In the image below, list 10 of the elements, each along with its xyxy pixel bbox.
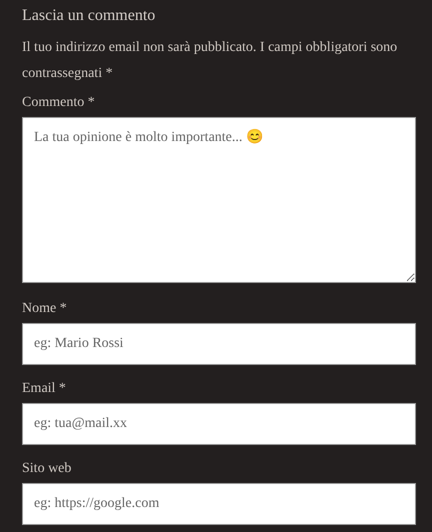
field-label: Nome *	[22, 300, 68, 318]
field-label: Sito web	[22, 460, 72, 478]
field-label: Email *	[22, 380, 67, 398]
input-field[interactable]: eg: https://google.com	[22, 483, 416, 525]
notice-text: Il tuo indirizzo email non sarà pubblicato. I campi obbligatori sono contrassegnati *	[22, 39, 398, 83]
section-title: Lascia un commento	[22, 6, 156, 26]
field-label: Commento *	[22, 94, 96, 112]
input-field[interactable]: eg: Mario Rossi	[22, 323, 416, 365]
input-field[interactable]: eg: tua@mail.xx	[22, 403, 416, 445]
comment-field[interactable]: La tua opinione è molto importante... 😊	[22, 117, 416, 283]
